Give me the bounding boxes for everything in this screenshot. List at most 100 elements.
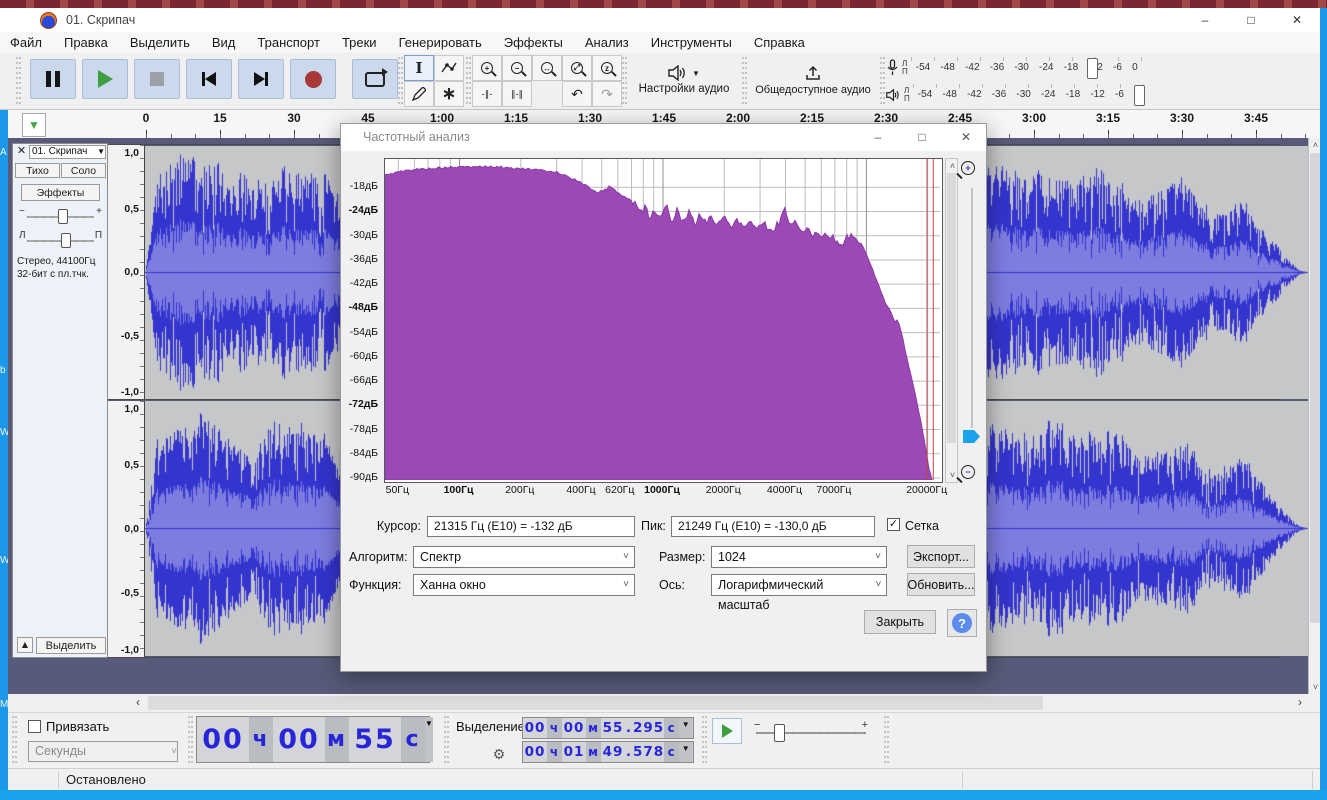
menu-item-Инструменты[interactable]: Инструменты xyxy=(651,35,732,50)
share-audio-button[interactable]: Общедоступное аудио xyxy=(748,55,878,105)
draw-tool-button[interactable] xyxy=(404,81,434,107)
toolbar-grip[interactable] xyxy=(742,57,747,105)
time-digit-group[interactable]: . xyxy=(625,742,633,762)
selection-tool-button[interactable]: I xyxy=(404,55,434,81)
selection-start-field[interactable]: 00 ч 00 м 55. 295 с ▼ xyxy=(522,717,694,739)
time-unit-label[interactable]: с xyxy=(664,742,680,762)
axis-select[interactable]: Логарифмический масштаб ˅ xyxy=(711,574,887,612)
dialog-minimize-button[interactable]: – xyxy=(856,124,900,151)
multi-tool-button[interactable]: ∗ xyxy=(434,81,464,107)
horizontal-scrollbar[interactable]: ‹ › xyxy=(130,695,1308,711)
recording-meter[interactable]: ЛП -54-48-42-36-30-24-18-12-60 xyxy=(886,55,1143,80)
plot-scrollbar-thumb[interactable] xyxy=(947,173,956,443)
skip-to-start-button[interactable] xyxy=(186,59,232,99)
zoom-selection-button[interactable]: ↔ xyxy=(532,55,562,81)
time-digit-group[interactable]: 01 xyxy=(562,742,586,762)
dialog-close-button[interactable]: ✕ xyxy=(944,124,988,151)
vertical-scrollbar-thumb[interactable] xyxy=(1310,153,1320,623)
time-digit-group[interactable]: 00 xyxy=(562,718,586,738)
collapse-track-button[interactable]: ▲ xyxy=(17,637,33,653)
menu-item-Вид[interactable]: Вид xyxy=(212,35,236,50)
size-select[interactable]: 1024 ˅ xyxy=(711,546,887,568)
time-field-spinner[interactable]: ▼ xyxy=(425,717,433,762)
playback-meter-scale[interactable]: -54-48-42-36-30-24-18-12-60 xyxy=(912,83,1145,106)
record-button[interactable] xyxy=(290,59,336,99)
time-unit-label[interactable]: с xyxy=(664,718,680,738)
algorithm-select[interactable]: Спектр ˅ xyxy=(413,546,635,568)
dialog-close-action-button[interactable]: Закрыть xyxy=(864,610,936,634)
time-digit-group[interactable]: 00 xyxy=(523,742,547,762)
solo-button[interactable]: Соло xyxy=(61,163,106,178)
time-digit-group[interactable]: 55 xyxy=(349,717,401,762)
grid-checkbox[interactable]: ✓ xyxy=(887,518,900,531)
playback-meter[interactable]: ЛП -54-48-42-36-30-24-18-12-60 xyxy=(886,82,1145,107)
pause-button[interactable] xyxy=(30,59,76,99)
toolbar-grip[interactable] xyxy=(702,716,707,766)
vertical-ruler-channel2[interactable]: 1,0 0,5 0,0 -0,5 -1,0 xyxy=(108,401,145,657)
time-unit-label[interactable]: м xyxy=(325,717,349,762)
time-digit-group[interactable]: 578 xyxy=(633,742,665,762)
undo-button[interactable]: ↶ xyxy=(562,81,592,107)
audio-setup-button[interactable]: ▼ Настройки аудио xyxy=(628,55,740,105)
time-unit-label[interactable]: ч xyxy=(547,742,562,762)
time-field-spinner[interactable]: ▼ xyxy=(679,718,693,738)
snap-mode-select[interactable]: Секунды ˅ xyxy=(28,741,178,762)
menu-item-Файл[interactable]: Файл xyxy=(10,35,42,50)
minimize-button[interactable]: – xyxy=(1182,8,1228,32)
toolbar-grip[interactable] xyxy=(16,57,21,105)
meter-slider-handle[interactable] xyxy=(1133,84,1145,106)
plot-zoom-in-icon[interactable]: + xyxy=(961,161,975,175)
maximize-button[interactable]: □ xyxy=(1228,8,1274,32)
toolbar-grip[interactable] xyxy=(884,716,889,766)
selection-settings-gear-icon[interactable]: ⚙ xyxy=(490,745,508,763)
export-button[interactable]: Экспорт... xyxy=(907,545,975,568)
plot-scroll-up-arrow[interactable]: ˄ xyxy=(946,159,959,173)
time-digit-group[interactable]: 295 xyxy=(633,718,665,738)
plot-scrollbar[interactable]: ˄ ˅ xyxy=(945,158,958,483)
menu-item-Транспорт[interactable]: Транспорт xyxy=(257,35,320,50)
scroll-left-arrow[interactable]: ‹ xyxy=(130,695,146,711)
play-at-speed-button[interactable] xyxy=(712,718,742,744)
toolbar-grip[interactable] xyxy=(880,57,885,105)
zoom-fit-button[interactable]: ⤢ xyxy=(562,55,592,81)
skip-to-end-button[interactable] xyxy=(238,59,284,99)
horizontal-scrollbar-thumb[interactable] xyxy=(148,696,1043,710)
zoom-out-button[interactable]: − xyxy=(502,55,532,81)
silence-audio-button[interactable]: ∥-∥ xyxy=(502,81,532,107)
spectrum-plot[interactable] xyxy=(384,158,943,483)
toolbar-grip[interactable] xyxy=(398,57,403,105)
track-close-button[interactable]: ✕ xyxy=(15,145,28,158)
recording-meter-scale[interactable]: -54-48-42-36-30-24-18-12-60 xyxy=(910,56,1143,79)
time-digit-group[interactable]: 00 xyxy=(523,718,547,738)
time-unit-label[interactable]: с xyxy=(401,717,425,762)
toolbar-grip[interactable] xyxy=(12,716,17,766)
loop-region-button[interactable]: ▼ xyxy=(22,113,46,137)
effects-button[interactable]: Эффекты xyxy=(21,184,100,201)
playback-speed-slider[interactable]: − + xyxy=(752,719,870,743)
plot-zoom-out-icon[interactable]: − xyxy=(961,465,975,479)
zoom-in-button[interactable]: + xyxy=(472,55,502,81)
selection-end-field[interactable]: 00 ч 01 м 49. 578 с ▼ xyxy=(522,741,694,763)
time-digit-group[interactable]: 00 xyxy=(273,717,325,762)
menu-item-Эффекты[interactable]: Эффекты xyxy=(504,35,563,50)
loop-button[interactable] xyxy=(352,59,398,99)
zoom-toggle-button[interactable]: z xyxy=(592,55,622,81)
toolbar-grip[interactable] xyxy=(444,716,449,766)
toolbar-grip[interactable] xyxy=(622,57,627,105)
time-unit-label[interactable]: ч xyxy=(547,718,562,738)
trim-audio-button[interactable]: -∥- xyxy=(472,81,502,107)
close-button[interactable]: ✕ xyxy=(1274,8,1320,32)
play-button[interactable] xyxy=(82,59,128,99)
time-unit-label[interactable]: м xyxy=(586,742,601,762)
vertical-ruler-channel1[interactable]: 1,0 0,5 0,0 -0,5 -1,0 xyxy=(108,145,145,399)
menu-item-Правка[interactable]: Правка xyxy=(64,35,108,50)
mute-button[interactable]: Тихо xyxy=(15,163,60,178)
toolbar-grip[interactable] xyxy=(188,716,193,766)
stop-button[interactable] xyxy=(134,59,180,99)
plot-zoom-slider-handle[interactable] xyxy=(963,430,980,443)
time-unit-label[interactable]: м xyxy=(586,718,601,738)
menu-item-Треки[interactable]: Треки xyxy=(342,35,377,50)
snap-checkbox[interactable] xyxy=(28,720,41,733)
envelope-tool-button[interactable] xyxy=(434,55,464,81)
plot-zoom-slider[interactable] xyxy=(971,188,973,428)
